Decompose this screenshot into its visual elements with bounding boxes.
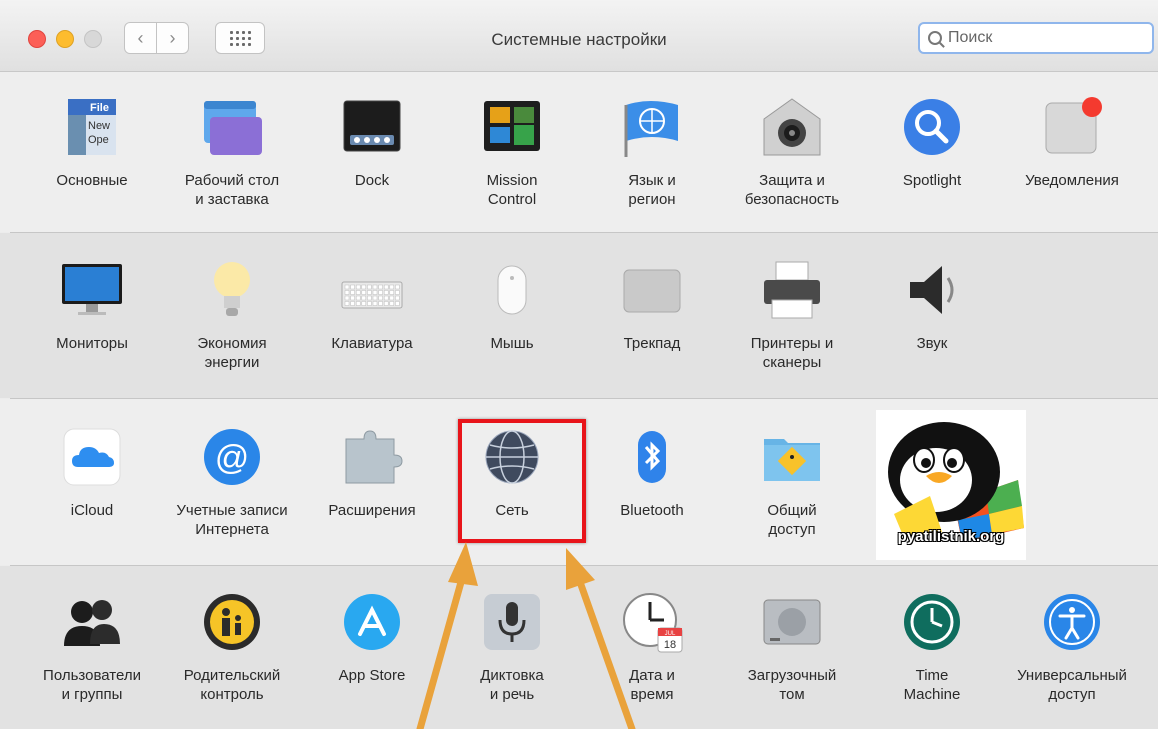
- app-store-icon: [340, 590, 404, 654]
- pref-item-label: Time Machine: [903, 667, 961, 703]
- pref-item-mouse[interactable]: Мышь: [442, 258, 582, 353]
- pref-item-label: Трекпад: [623, 335, 681, 352]
- pref-item-parental[interactable]: Родительский контроль: [162, 590, 302, 704]
- pref-item-label: Расширения: [328, 502, 416, 519]
- svg-text:New: New: [88, 120, 110, 132]
- network-highlight-box: [458, 419, 586, 543]
- pref-item-label: Пользователи и группы: [43, 667, 141, 703]
- notifications-icon: [1040, 95, 1104, 159]
- pref-item-label: Звук: [916, 335, 948, 352]
- pref-item-notifications[interactable]: Уведомления: [1002, 95, 1142, 190]
- pref-item-general[interactable]: File New Ope Основные: [22, 95, 162, 190]
- pref-item-icloud[interactable]: iCloud: [22, 425, 162, 520]
- parental-controls-icon: [200, 590, 264, 654]
- pref-item-label: Учетные записи Интернета: [176, 502, 288, 538]
- pref-item-energy[interactable]: Экономия энергии: [162, 258, 302, 372]
- printer-icon: [760, 258, 824, 322]
- watermark-text: pyatilistnik.org: [897, 528, 1005, 545]
- pref-item-label: iCloud: [70, 502, 114, 519]
- spotlight-icon: [900, 95, 964, 159]
- pref-item-accessibility[interactable]: Универсальный доступ: [1002, 590, 1142, 704]
- pref-item-accounts[interactable]: @ Учетные записи Интернета: [162, 425, 302, 539]
- search-field[interactable]: Поиск: [918, 22, 1154, 54]
- pref-item-label: Spotlight: [902, 172, 962, 189]
- pref-item-label: Уведомления: [1025, 172, 1119, 189]
- system-preferences-window: ‹ › Системные настройки Поиск File New Ope…: [0, 0, 1158, 729]
- pref-item-security[interactable]: Защита и безопасность: [722, 95, 862, 209]
- pref-item-label: Mission Control: [486, 172, 538, 208]
- mission-control-icon: [480, 95, 544, 159]
- pref-item-dictation[interactable]: Диктовка и речь: [442, 590, 582, 704]
- pref-item-label: Загрузочный том: [747, 667, 837, 703]
- pref-item-startup[interactable]: Загрузочный том: [722, 590, 862, 704]
- pref-item-datetime[interactable]: JUL 18 Дата и время: [582, 590, 722, 704]
- pref-item-label: App Store: [338, 667, 406, 684]
- pref-item-label: Язык и регион: [628, 172, 676, 208]
- keyboard-icon: [340, 258, 404, 322]
- sharing-icon: [760, 425, 824, 489]
- accessibility-icon: [1040, 590, 1104, 654]
- general-icon-text: File: [90, 102, 109, 114]
- pref-item-label: Защита и безопасность: [744, 172, 840, 208]
- pref-item-label: Принтеры и сканеры: [750, 335, 834, 371]
- internet-accounts-icon: @: [200, 425, 264, 489]
- pref-item-sound[interactable]: Звук: [862, 258, 1002, 353]
- pref-item-spotlight[interactable]: Spotlight: [862, 95, 1002, 190]
- pref-item-label: Основные: [56, 172, 128, 189]
- svg-text:JUL: JUL: [665, 631, 676, 637]
- pref-item-bluetooth[interactable]: Bluetooth: [582, 425, 722, 520]
- watermark-logo: pyatilistnik.org: [876, 410, 1026, 560]
- security-icon: [760, 95, 824, 159]
- extensions-icon: [340, 425, 404, 489]
- pref-item-appstore[interactable]: App Store: [302, 590, 442, 685]
- startup-disk-icon: [760, 590, 824, 654]
- bluetooth-icon: [620, 425, 684, 489]
- pref-item-label: Дата и время: [629, 667, 675, 703]
- pref-item-extensions[interactable]: Расширения: [302, 425, 442, 520]
- pref-item-label: Рабочий стол и заставка: [184, 172, 280, 208]
- svg-text:Ope: Ope: [88, 134, 109, 146]
- search-placeholder: Поиск: [948, 29, 993, 46]
- svg-text:@: @: [215, 439, 250, 477]
- icloud-icon: [60, 425, 124, 489]
- pref-item-trackpad[interactable]: Трекпад: [582, 258, 722, 353]
- pref-item-label: Экономия энергии: [197, 335, 267, 371]
- pref-item-label: Универсальный доступ: [1017, 667, 1127, 703]
- dock-icon: [340, 95, 404, 159]
- energy-saver-icon: [200, 258, 264, 322]
- pref-item-displays[interactable]: Мониторы: [22, 258, 162, 353]
- date-time-icon: JUL 18: [620, 590, 684, 654]
- pref-item-label: Мышь: [490, 335, 534, 352]
- pref-item-timemachine[interactable]: Time Machine: [862, 590, 1002, 704]
- search-icon: [928, 31, 942, 45]
- pref-item-label: Bluetooth: [620, 502, 684, 519]
- time-machine-icon: [900, 590, 964, 654]
- dictation-microphone-icon: [480, 590, 544, 654]
- pref-item-sharing[interactable]: Общий доступ: [722, 425, 862, 539]
- pref-item-label: Родительский контроль: [183, 667, 281, 703]
- general-icon: File New Ope: [60, 95, 124, 159]
- pref-item-label: Dock: [354, 172, 390, 189]
- svg-text:18: 18: [664, 639, 676, 651]
- pref-item-desktop[interactable]: Рабочий стол и заставка: [162, 95, 302, 209]
- pref-item-printers[interactable]: Принтеры и сканеры: [722, 258, 862, 372]
- trackpad-icon: [620, 258, 684, 322]
- pref-item-label: Клавиатура: [331, 335, 413, 352]
- users-groups-icon: [60, 590, 124, 654]
- pref-item-label: Общий доступ: [767, 502, 817, 538]
- sound-icon: [900, 258, 964, 322]
- displays-icon: [60, 258, 124, 322]
- pref-item-dock[interactable]: Dock: [302, 95, 442, 190]
- language-region-icon: [620, 95, 684, 159]
- pref-item-users[interactable]: Пользователи и группы: [22, 590, 162, 704]
- pref-item-mission[interactable]: Mission Control: [442, 95, 582, 209]
- title-bar: ‹ › Системные настройки Поиск: [0, 0, 1158, 72]
- pref-item-keyboard[interactable]: Клавиатура: [302, 258, 442, 353]
- pref-item-language[interactable]: Язык и регион: [582, 95, 722, 209]
- pref-item-label: Диктовка и речь: [480, 667, 544, 703]
- mouse-icon: [480, 258, 544, 322]
- pref-item-label: Мониторы: [56, 335, 128, 352]
- desktop-screensaver-icon: [200, 95, 264, 159]
